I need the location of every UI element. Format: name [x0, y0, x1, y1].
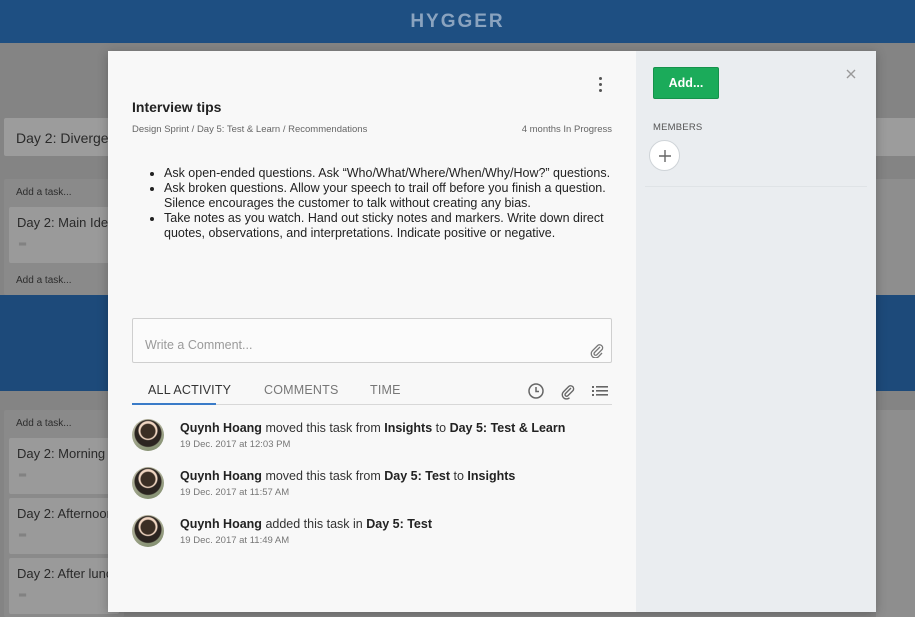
- divider: [645, 186, 867, 187]
- activity-from: Insights: [384, 421, 433, 435]
- app-header: HYGGER: [0, 0, 915, 43]
- activity-to: Insights: [467, 469, 516, 483]
- comment-box: [132, 318, 612, 363]
- board-card-title: Day 2: Main Idea: [17, 215, 116, 230]
- app-logo[interactable]: HYGGER: [410, 11, 504, 33]
- tab-all-activity[interactable]: ALL ACTIVITY: [148, 383, 231, 397]
- task-sidebar: Add... MEMBERS: [636, 51, 876, 612]
- activity-to: Day 5: Test & Learn: [449, 421, 566, 435]
- activity-verb: moved this task from: [265, 469, 381, 483]
- task-modal: Interview tips Design Sprint / Day 5: Te…: [108, 51, 876, 612]
- activity-verb: added this task in: [265, 517, 363, 531]
- activity-tabs: ALL ACTIVITY COMMENTS TIME: [132, 377, 612, 405]
- activity-feed: Quynh Hoang moved this task from Insight…: [132, 419, 612, 563]
- activity-joiner: to: [453, 469, 464, 483]
- avatar[interactable]: [132, 419, 164, 451]
- description-lines-icon: ═: [19, 470, 27, 481]
- activity-time: 19 Dec. 2017 at 11:49 AM: [180, 535, 290, 546]
- more-options-icon[interactable]: [592, 75, 608, 93]
- description-item: Take notes as you watch. Hand out sticky…: [164, 211, 612, 241]
- activity-from: Day 5: Test: [366, 517, 432, 531]
- attach-file-icon[interactable]: [589, 342, 605, 358]
- activity-verb: moved this task from: [265, 421, 381, 435]
- description-item: Ask open-ended questions. Ask “Who/What/…: [164, 166, 612, 181]
- list-icon[interactable]: [591, 382, 609, 400]
- board-card[interactable]: Day 2: Afternoon ═: [9, 498, 119, 554]
- board-column-bottom: Add a task... Day 2: Morning ═ Day 2: Af…: [4, 410, 124, 617]
- activity-user[interactable]: Quynh Hoang: [180, 469, 262, 483]
- activity-user[interactable]: Quynh Hoang: [180, 421, 262, 435]
- members-label: MEMBERS: [653, 122, 703, 133]
- activity-item: Quynh Hoang moved this task from Insight…: [132, 419, 612, 467]
- tab-time[interactable]: TIME: [370, 383, 401, 397]
- activity-time: 19 Dec. 2017 at 12:03 PM: [180, 439, 291, 450]
- board-column-top: Add a task... Day 2: Main Idea ═ Add a t…: [4, 179, 124, 295]
- board-card-title: Day 2: Afternoon: [17, 506, 114, 521]
- avatar[interactable]: [132, 467, 164, 499]
- activity-time: 19 Dec. 2017 at 11:57 AM: [180, 487, 290, 498]
- add-task-link[interactable]: Add a task...: [4, 179, 124, 203]
- board-card[interactable]: Day 2: After lunch ═: [9, 558, 119, 614]
- activity-text: Quynh Hoang moved this task from Day 5: …: [180, 467, 515, 483]
- close-icon[interactable]: [844, 67, 858, 81]
- description-item: Ask broken questions. Allow your speech …: [164, 181, 612, 211]
- board-card[interactable]: Day 2: Main Idea ═: [9, 207, 119, 263]
- task-detail-panel: Interview tips Design Sprint / Day 5: Te…: [108, 51, 636, 612]
- description-lines-icon: ═: [19, 239, 27, 250]
- column-header-next: [876, 118, 915, 156]
- task-status: 4 months In Progress: [521, 124, 612, 135]
- column-header: Day 2: Diverge: [4, 118, 124, 156]
- add-task-link[interactable]: Add a task...: [4, 267, 124, 291]
- board-card-title: Day 2: Morning: [17, 446, 106, 461]
- description-lines-icon: ═: [19, 530, 27, 541]
- activity-user[interactable]: Quynh Hoang: [180, 517, 262, 531]
- comment-input[interactable]: [133, 319, 611, 362]
- tab-comments[interactable]: COMMENTS: [264, 383, 339, 397]
- active-tab-indicator: [132, 403, 216, 405]
- board-card[interactable]: Day 2: Morning ═: [9, 438, 119, 494]
- clock-icon[interactable]: [527, 382, 545, 400]
- avatar[interactable]: [132, 515, 164, 547]
- plus-icon: [658, 149, 671, 162]
- breadcrumb[interactable]: Design Sprint / Day 5: Test & Learn / Re…: [132, 124, 367, 135]
- activity-from: Day 5: Test: [384, 469, 451, 483]
- add-member-button[interactable]: [649, 140, 680, 171]
- add-button[interactable]: Add...: [653, 67, 719, 99]
- activity-text: Quynh Hoang added this task in Day 5: Te…: [180, 515, 432, 531]
- board-column-edge: [876, 410, 915, 617]
- board-card-title: Day 2: After lunch: [17, 566, 119, 581]
- add-task-link[interactable]: Add a task...: [4, 410, 124, 434]
- paperclip-icon[interactable]: [559, 382, 577, 400]
- activity-item: Quynh Hoang added this task in Day 5: Te…: [132, 515, 612, 563]
- activity-joiner: to: [435, 421, 447, 435]
- task-description[interactable]: Ask open-ended questions. Ask “Who/What/…: [132, 166, 612, 241]
- activity-item: Quynh Hoang moved this task from Day 5: …: [132, 467, 612, 515]
- description-lines-icon: ═: [19, 590, 27, 601]
- board-column-edge: [876, 179, 915, 295]
- activity-text: Quynh Hoang moved this task from Insight…: [180, 419, 565, 435]
- task-title[interactable]: Interview tips: [132, 99, 221, 115]
